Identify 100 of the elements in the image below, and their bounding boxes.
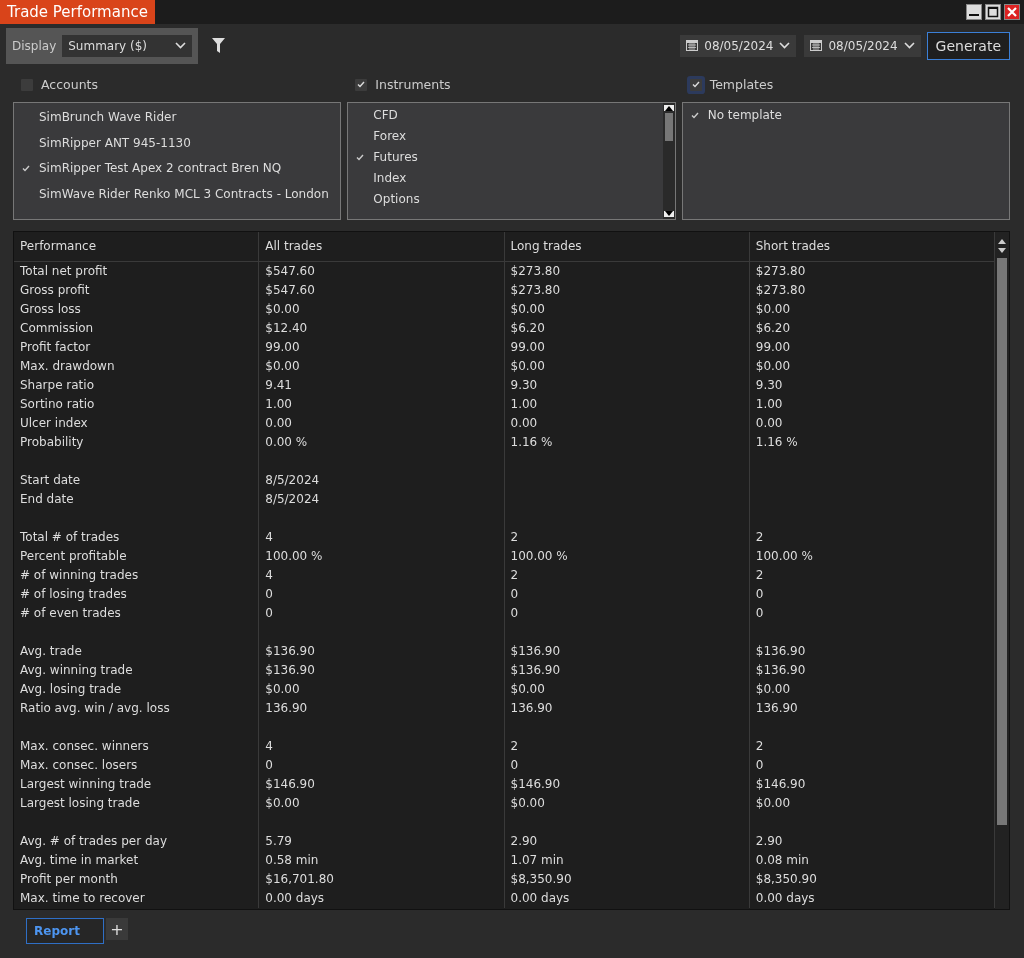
table-cell: 2.90 [755, 834, 783, 849]
chevron-icon [903, 42, 915, 50]
list-item[interactable]: Options [348, 188, 663, 210]
generate-button[interactable]: Generate [926, 31, 1010, 60]
scroll-up-icon[interactable] [663, 104, 674, 111]
table-cell: 1.00 [755, 397, 783, 412]
add-tab-button[interactable]: + [106, 918, 128, 941]
table-cell: Max. time to recover [20, 891, 145, 906]
table-cell: 2.90 [510, 834, 538, 849]
table-cell: Total # of trades [20, 530, 120, 545]
table-cell: 0.08 min [755, 853, 809, 868]
table-cell: 0 [510, 606, 519, 621]
chevron-icon [175, 42, 187, 50]
table-cell: 0.00 days [755, 891, 815, 906]
report-tab[interactable]: Report [26, 918, 104, 945]
column-header[interactable]: Long trades [504, 231, 750, 261]
table-cell: Avg. time in market [20, 853, 139, 868]
table-cell: $547.60 [265, 264, 315, 279]
scroll-up-icon[interactable] [998, 237, 1006, 244]
table-cell: 0.00 [265, 416, 292, 431]
table-cell: $136.90 [510, 644, 561, 659]
table-cell: Profit factor [20, 340, 91, 355]
table-cell: Largest losing trade [20, 796, 140, 811]
table-cell: $8,350.90 [510, 872, 572, 887]
filter-label: Templates [709, 77, 774, 93]
scroll-down-icon[interactable] [663, 210, 674, 217]
table-cell: $547.60 [265, 283, 315, 298]
table-cell: $0.00 [265, 359, 300, 374]
column-header[interactable]: All trades [259, 231, 505, 261]
table-cell: $273.80 [510, 283, 561, 298]
table-cell: 2 [510, 568, 519, 583]
list-item[interactable]: No template [682, 104, 1009, 126]
table-cell: # of winning trades [20, 568, 139, 583]
close-icon[interactable] [1004, 4, 1020, 20]
list-item[interactable]: Forex [348, 125, 663, 147]
table-cell: Avg. losing trade [20, 682, 122, 697]
table-cell: $136.90 [755, 663, 806, 678]
list-item[interactable]: SimRipper ANT 945-1130 [14, 130, 341, 156]
table-cell: $136.90 [755, 644, 806, 659]
table-cell: Percent profitable [20, 549, 127, 564]
display-dropdown[interactable]: Summary ($) [62, 34, 193, 57]
table-cell: Avg. # of trades per day [20, 834, 167, 849]
table-cell: 9.41 [265, 378, 292, 393]
scrollbar[interactable] [662, 102, 675, 219]
column-header[interactable]: Performance [14, 231, 260, 261]
filter-label: Accounts [41, 77, 98, 93]
checkbox[interactable] [689, 78, 702, 91]
table-cell: $6.20 [755, 321, 791, 336]
table-cell: 2 [510, 530, 519, 545]
table-cell: Largest winning trade [20, 777, 152, 792]
table-cell: 5.79 [265, 834, 292, 849]
table-cell: Gross loss [20, 302, 81, 317]
table-cell: 136.90 [510, 701, 553, 716]
filter-icon[interactable] [212, 38, 226, 54]
table-cell: $0.00 [510, 796, 545, 811]
table-cell: Probability [20, 435, 84, 450]
minimize-icon[interactable] [966, 4, 982, 20]
table-cell: $273.80 [755, 283, 806, 298]
scroll-thumb[interactable] [664, 112, 673, 141]
list-item[interactable]: CFD [348, 104, 663, 126]
list-item[interactable]: SimWave Rider Renko MCL 3 Contracts - London [14, 181, 341, 207]
table-cell: 1.00 [265, 397, 292, 412]
table-cell: Sharpe ratio [20, 378, 94, 393]
calendar-icon [810, 40, 823, 52]
table-cell: $8,350.90 [755, 872, 817, 887]
list-item[interactable]: SimBrunch Wave Rider [14, 104, 341, 131]
maximize-icon[interactable] [985, 4, 1001, 20]
table-cell: $0.00 [510, 359, 545, 374]
list-item[interactable]: Futures [348, 146, 663, 168]
date-picker[interactable]: 08/05/2024 [680, 34, 797, 57]
table-cell: Max. drawdown [20, 359, 115, 374]
table-cell: Start date [20, 473, 81, 488]
table-cell: $0.00 [510, 682, 545, 697]
date-picker[interactable]: 08/05/2024 [804, 34, 921, 57]
table-cell: 0.58 min [265, 853, 319, 868]
table-cell: 2 [510, 739, 519, 754]
table-cell: 0.00 [510, 416, 538, 431]
table-cell: $136.90 [265, 663, 315, 678]
table-cell: Commission [20, 321, 94, 336]
table-cell: 4 [265, 739, 273, 754]
table-cell: 0.00 days [265, 891, 325, 906]
table-cell: $0.00 [265, 796, 300, 811]
table-cell: 1.16 % [755, 435, 798, 450]
table-cell: 0 [755, 758, 764, 773]
table-cell: Gross profit [20, 283, 90, 298]
table-cell: 1.16 % [510, 435, 553, 450]
scroll-thumb[interactable] [997, 257, 1007, 826]
table-cell: $0.00 [265, 682, 300, 697]
table-cell: 0.00 days [510, 891, 570, 906]
scroll-down-icon[interactable] [998, 247, 1006, 254]
table-cell: 2 [755, 530, 764, 545]
table-cell: Ulcer index [20, 416, 88, 431]
checkbox[interactable] [355, 78, 368, 91]
table-cell: 4 [265, 568, 273, 583]
table-cell: 99.00 [265, 340, 300, 355]
table-cell: $146.90 [265, 777, 315, 792]
calendar-icon [686, 40, 699, 52]
list-item[interactable]: Index [348, 167, 663, 189]
scrollbar[interactable] [995, 231, 1009, 910]
list-item[interactable]: SimRipper Test Apex 2 contract Bren NQ [14, 155, 341, 182]
